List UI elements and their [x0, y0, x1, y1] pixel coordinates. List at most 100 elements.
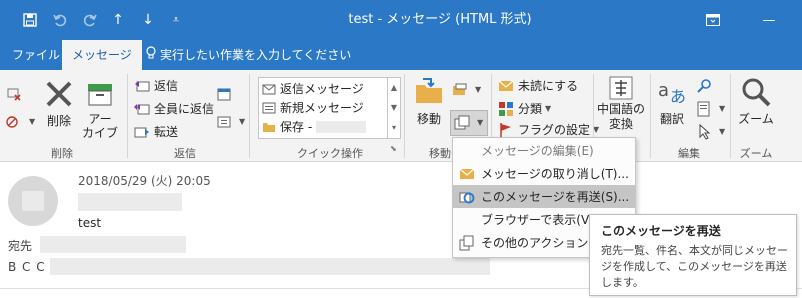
avatar [8, 176, 58, 226]
group-label-delete: 削除 [51, 147, 73, 160]
delete-icon [43, 78, 75, 110]
chevron-down-icon: ▼ [475, 85, 482, 94]
redacted-folder-name [316, 121, 367, 133]
quick-steps-launcher-icon[interactable]: ⬊ [390, 142, 397, 156]
chinese-label-2: 変換 [608, 117, 633, 131]
forward-button[interactable]: 転送 [134, 122, 178, 142]
menu-item-label: このメッセージを再送(S)... [481, 190, 630, 204]
ignore-button[interactable] [6, 84, 26, 104]
edit-message-icon [453, 139, 481, 162]
scroll-down-icon[interactable]: ▼ [388, 98, 400, 118]
svg-text:あ: あ [670, 87, 686, 106]
menu-item-recall-message[interactable]: メッセージの取り消し(T)... [453, 162, 635, 185]
actions-button[interactable]: ▼ [450, 110, 488, 136]
quick-steps-gallery: 返信メッセージ 新規メッセージ 保存 - [258, 77, 388, 139]
ribbon: ▼ 削除 アー カイブ 削除 返信 全員に返信 転送 ▼ 返信 クイック操作 ⬊… [0, 70, 802, 162]
select-button[interactable]: ▼ [696, 122, 725, 142]
delete-label: 削除 [46, 114, 71, 128]
rules-button[interactable]: ▼ [452, 80, 481, 100]
related-button[interactable]: ▼ [696, 99, 725, 119]
save-icon[interactable] [16, 0, 44, 40]
delete-button[interactable]: 削除 [42, 78, 76, 129]
clean-up-button[interactable]: ▼ [6, 112, 35, 132]
chevron-down-icon: ▼ [719, 127, 726, 136]
reply-message-icon [262, 82, 276, 96]
quick-step-save[interactable]: 保存 - [262, 118, 367, 136]
forward-icon [134, 124, 150, 140]
window-title: test - メッセージ (HTML 形式) [348, 12, 532, 27]
meeting-icon [216, 86, 232, 102]
undo-icon[interactable] [46, 0, 74, 40]
group-separator [249, 74, 250, 158]
message-subject: test [78, 216, 102, 230]
tell-me-box[interactable]: 実行したい作業を入力してください [146, 40, 351, 70]
more-reply-button[interactable]: ▼ [216, 112, 245, 132]
menu-item-resend-message[interactable]: このメッセージを再送(S)... [453, 185, 635, 208]
ribbon-display-icon[interactable] [690, 0, 736, 40]
group-label-zoom: ズーム [739, 147, 773, 160]
reply-all-button[interactable]: 全員に返信 [134, 99, 214, 119]
archive-label-2: カイブ [81, 126, 118, 140]
reply-button[interactable]: 返信 [134, 76, 178, 96]
ribbon-tab-row: ファイル メッセージ 実行したい作業を入力してください [0, 40, 802, 70]
meeting-reply-button[interactable] [216, 84, 236, 104]
group-separator [730, 74, 731, 158]
scroll-up-icon[interactable]: ▲ [388, 78, 400, 98]
group-label-reply: 返信 [174, 147, 196, 160]
resend-icon [453, 185, 481, 208]
menu-item-edit-message[interactable]: メッセージの編集(E) [453, 139, 635, 162]
rules-icon [452, 82, 468, 98]
menu-item-label: ブラウザーで表示(V) [481, 213, 594, 227]
group-separator [404, 74, 405, 158]
expand-gallery-icon[interactable]: ▾ [388, 118, 400, 138]
translate-button[interactable]: aあ 翻訳 [654, 76, 690, 127]
quick-step-reply-message[interactable]: 返信メッセージ [262, 80, 364, 98]
quick-steps-scroll[interactable]: ▲ ▼ ▾ [388, 77, 401, 139]
archive-icon [84, 78, 116, 110]
previous-item-icon[interactable]: ↑ [104, 0, 132, 40]
translate-icon: aあ [656, 76, 688, 108]
chinese-conversion-icon [609, 76, 633, 100]
new-message-icon [262, 101, 276, 115]
zoom-button[interactable]: ズーム [736, 76, 776, 127]
chinese-label-1: 中国語の [596, 102, 645, 116]
mark-unread-button[interactable]: 未読にする [498, 76, 578, 96]
quick-step-new-message[interactable]: 新規メッセージ [262, 99, 364, 117]
chevron-down-icon: ▼ [545, 104, 552, 113]
tab-file[interactable]: ファイル [2, 40, 70, 70]
categorize-label: 分類 [518, 102, 543, 116]
actions-icon [454, 115, 470, 131]
customize-qat-icon[interactable]: ⩡ [162, 0, 190, 40]
quick-step-label: 返信メッセージ [280, 82, 364, 96]
clean-up-icon [6, 114, 22, 130]
archive-label-1: アー [88, 112, 112, 126]
redacted-recipients [40, 236, 186, 253]
minimize-icon[interactable]: — [746, 0, 792, 40]
move-label: 移動 [416, 112, 441, 126]
find-button[interactable] [696, 76, 716, 96]
tab-message[interactable]: メッセージ [62, 40, 142, 70]
redacted-sender [78, 193, 182, 211]
move-button[interactable]: 移動 [412, 76, 446, 127]
quick-step-label: 保存 - [280, 120, 313, 134]
recall-icon [453, 162, 481, 185]
ignore-icon [6, 86, 22, 102]
more-respond-icon [216, 114, 232, 130]
categorize-button[interactable]: 分類 ▼ [498, 99, 551, 119]
chevron-down-icon: ▼ [477, 118, 484, 127]
next-item-icon[interactable]: ↓ [134, 0, 162, 40]
chevron-down-icon: ▼ [719, 104, 726, 113]
svg-text:a: a [658, 80, 669, 101]
move-folder-icon [413, 76, 445, 108]
redo-icon[interactable] [76, 0, 104, 40]
title-bar: ↑ ↓ ⩡ test - メッセージ (HTML 形式) — [0, 0, 802, 40]
lightbulb-icon [146, 40, 156, 70]
chinese-conversion-button[interactable]: 中国語の 変換 [596, 76, 646, 138]
search-icon [696, 78, 712, 94]
follow-up-button[interactable]: フラグの設定 ▼ [498, 122, 599, 138]
group-label-quick-steps: クイック操作 [297, 147, 363, 160]
archive-button[interactable]: アー カイブ [80, 78, 120, 140]
translate-label: 翻訳 [659, 112, 684, 126]
follow-up-label: フラグの設定 [518, 123, 591, 137]
related-icon [696, 101, 712, 117]
